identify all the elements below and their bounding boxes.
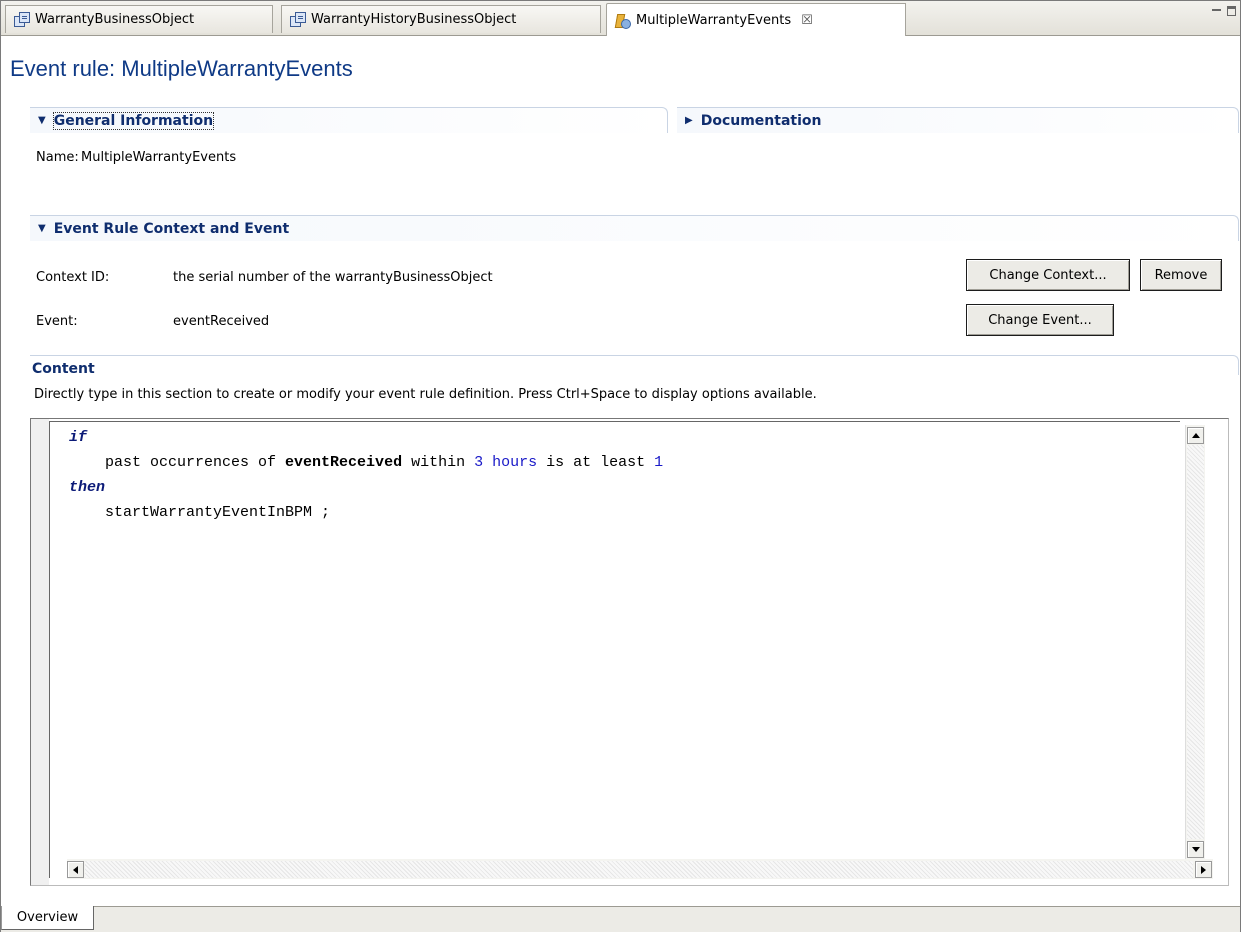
horizontal-scroll-track[interactable] — [85, 861, 1193, 878]
rule-editor[interactable]: if past occurrences of eventReceived wit… — [30, 418, 1229, 886]
documentation-section-header[interactable]: ▶ Documentation — [677, 107, 1239, 133]
code-text: is at least — [537, 454, 655, 471]
name-value: MultipleWarrantyEvents — [81, 150, 237, 165]
event-label: Event: — [36, 314, 78, 329]
keyword-if: if — [69, 429, 88, 446]
tab-warranty-business-object[interactable]: WarrantyBusinessObject — [5, 5, 273, 33]
business-object-icon — [14, 12, 30, 27]
code-number: 3 — [474, 454, 484, 471]
name-label: Name: — [36, 150, 79, 165]
content-title: Content — [32, 361, 95, 377]
rule-code[interactable]: if past occurrences of eventReceived wit… — [69, 425, 663, 525]
remove-button[interactable]: Remove — [1140, 259, 1222, 291]
expanded-triangle-icon: ▼ — [38, 223, 46, 234]
code-count: 1 — [654, 454, 664, 471]
collapsed-triangle-icon: ▶ — [685, 115, 693, 126]
code-text: past occurrences of — [105, 454, 286, 471]
scroll-right-arrow-icon[interactable] — [1195, 861, 1212, 878]
page-tab-bar — [1, 906, 1240, 932]
editor-ruler — [31, 419, 49, 885]
documentation-title: Documentation — [700, 112, 822, 129]
tab-label: WarrantyBusinessObject — [35, 12, 195, 27]
context-section-title: Event Rule Context and Event — [53, 220, 290, 237]
event-rule-icon — [614, 13, 631, 29]
tab-label: MultipleWarrantyEvents — [636, 12, 792, 28]
editor-tab-strip: WarrantyBusinessObject WarrantyHistoryBu… — [1, 1, 1240, 36]
scroll-up-arrow-icon[interactable] — [1187, 427, 1204, 444]
business-object-icon — [290, 12, 306, 27]
vertical-scroll-track[interactable] — [1187, 445, 1204, 839]
tab-overview[interactable]: Overview — [1, 906, 94, 930]
context-id-label: Context ID: — [36, 270, 110, 285]
scroll-left-arrow-icon[interactable] — [67, 861, 84, 878]
close-tab-icon[interactable]: ☒ — [801, 13, 813, 28]
vertical-scrollbar[interactable] — [1185, 425, 1205, 859]
context-section-header[interactable]: ▼ Event Rule Context and Event — [30, 215, 1239, 241]
event-value: eventReceived — [173, 314, 270, 329]
maximize-icon[interactable] — [1227, 6, 1236, 16]
expanded-triangle-icon: ▼ — [38, 115, 46, 126]
keyword-then: then — [69, 479, 106, 496]
code-event-name: eventReceived — [285, 454, 403, 471]
content-section-header — [30, 355, 1239, 375]
context-id-value: the serial number of the warrantyBusines… — [173, 270, 493, 285]
tab-warranty-history-business-object[interactable]: WarrantyHistoryBusinessObject — [281, 5, 601, 33]
horizontal-scrollbar[interactable] — [67, 859, 1213, 879]
change-context-button[interactable]: Change Context... — [966, 259, 1130, 291]
content-description: Directly type in this section to create … — [34, 387, 817, 402]
code-text: within — [402, 454, 475, 471]
scroll-down-arrow-icon[interactable] — [1187, 841, 1204, 858]
general-information-title: General Information — [52, 111, 215, 130]
general-information-section-header[interactable]: ▼ General Information — [30, 107, 668, 133]
minimize-icon[interactable] — [1212, 9, 1221, 14]
code-time-unit: hours — [492, 454, 538, 471]
page-title: Event rule: MultipleWarrantyEvents — [10, 56, 353, 81]
window-controls — [1212, 6, 1236, 16]
tab-label: WarrantyHistoryBusinessObject — [311, 12, 517, 27]
tab-multiple-warranty-events[interactable]: MultipleWarrantyEvents ☒ — [606, 3, 906, 36]
code-action: startWarrantyEventInBPM ; — [105, 504, 331, 521]
change-event-button[interactable]: Change Event... — [966, 304, 1114, 336]
